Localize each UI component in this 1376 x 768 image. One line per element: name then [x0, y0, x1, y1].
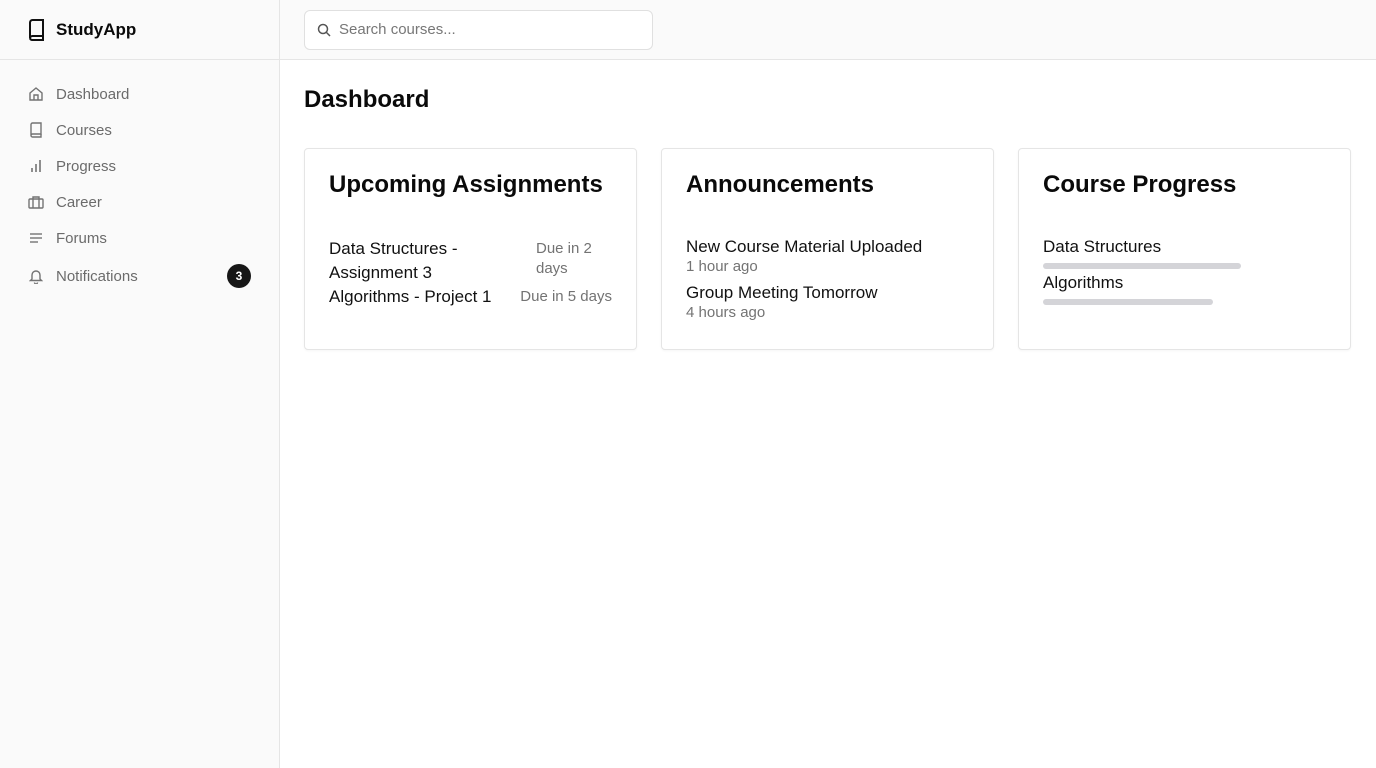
list-item[interactable]: Algorithms - Project 1 Due in 5 days [329, 285, 612, 309]
sidebar-item-dashboard[interactable]: Dashboard [0, 76, 279, 112]
card-title: Announcements [686, 171, 875, 198]
sidebar-item-label: Courses [56, 121, 112, 139]
list-item[interactable]: Group Meeting Tomorrow 4 hours ago [686, 283, 969, 323]
announcement-time: 1 hour ago [686, 258, 758, 275]
sidebar-item-label: Notifications [56, 267, 138, 285]
list-item[interactable]: New Course Material Uploaded 1 hour ago [686, 237, 969, 277]
sidebar-item-career[interactable]: Career [0, 184, 279, 220]
app-root: StudyApp Dashboard Courses Progress Care… [0, 0, 1376, 768]
bell-icon [28, 268, 44, 284]
list-item[interactable]: Data Structures - Assignment 3 Due in 2 … [329, 237, 612, 285]
announcement-time: 4 hours ago [686, 304, 766, 321]
course-name: Data Structures [1043, 237, 1162, 256]
sidebar-item-label: Forums [56, 229, 107, 247]
dashboard-content: Dashboard Upcoming Assignments Data Stru… [280, 60, 1376, 374]
top-bar [280, 0, 1376, 60]
assignment-name: Algorithms - Project 1 [329, 287, 492, 306]
list-item: Algorithms [1043, 273, 1326, 305]
home-icon [28, 86, 44, 102]
page-title: Dashboard [304, 86, 430, 113]
list-item: Data Structures [1043, 237, 1326, 269]
notification-count-badge: 3 [227, 264, 251, 288]
briefcase-icon [28, 194, 44, 210]
sidebar-item-courses[interactable]: Courses [0, 112, 279, 148]
brand[interactable]: StudyApp [0, 0, 279, 60]
course-progress-card: Course Progress Data Structures Algorith… [1018, 148, 1351, 350]
announcement-title: New Course Material Uploaded [686, 237, 923, 256]
search-icon [317, 23, 331, 37]
lines-icon [28, 230, 44, 246]
sidebar-item-progress[interactable]: Progress [0, 148, 279, 184]
sidebar-nav: Dashboard Courses Progress Career Forums… [0, 60, 279, 296]
progress-bar [1043, 299, 1213, 305]
bar-chart-icon [28, 158, 44, 174]
course-name: Algorithms [1043, 273, 1124, 292]
book-icon [26, 18, 46, 41]
sidebar-item-notifications[interactable]: Notifications 3 [0, 256, 279, 296]
assignment-due: Due in 2 days [536, 240, 592, 277]
main-area: Dashboard Upcoming Assignments Data Stru… [280, 0, 1376, 768]
announcements-card: Announcements New Course Material Upload… [661, 148, 994, 350]
upcoming-assignments-card: Upcoming Assignments Data Structures - A… [304, 148, 637, 350]
assignment-due: Due in 5 days [520, 288, 612, 305]
sidebar-item-label: Career [56, 193, 102, 211]
sidebar-item-forums[interactable]: Forums [0, 220, 279, 256]
card-title: Course Progress [1043, 171, 1237, 198]
assignment-name: Data Structures - Assignment 3 [329, 239, 458, 282]
book-icon [28, 122, 44, 138]
card-title: Upcoming Assignments [329, 171, 603, 198]
sidebar-item-label: Progress [56, 157, 117, 175]
search-input[interactable] [339, 21, 629, 38]
app-title: StudyApp [56, 19, 137, 39]
announcement-title: Group Meeting Tomorrow [686, 283, 878, 302]
card-grid: Upcoming Assignments Data Structures - A… [304, 148, 1352, 350]
progress-bar [1043, 263, 1242, 269]
search-box[interactable] [304, 9, 653, 50]
sidebar-item-label: Dashboard [56, 85, 130, 103]
sidebar: StudyApp Dashboard Courses Progress Care… [0, 0, 280, 768]
